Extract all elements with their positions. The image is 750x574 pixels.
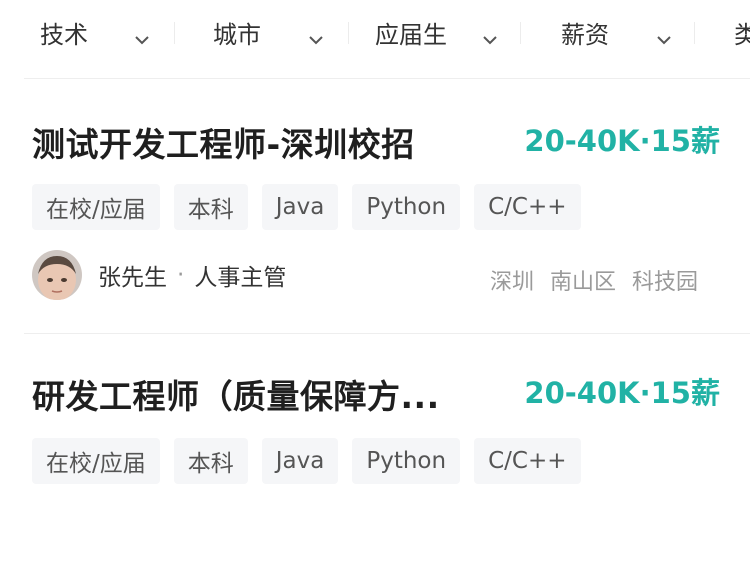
filter-salary[interactable]: 薪资 <box>561 12 609 52</box>
filter-salary-label: 薪资 <box>561 20 609 49</box>
chevron-down-icon[interactable] <box>656 20 672 60</box>
location-district: 南山区 <box>549 270 616 295</box>
job-tag: Python <box>352 438 461 484</box>
job-tag: Python <box>352 184 461 230</box>
chevron-down-icon[interactable] <box>482 20 498 60</box>
filter-city[interactable]: 城市 <box>213 12 261 52</box>
job-tag: Java <box>261 184 339 230</box>
location-area: 科技园 <box>631 270 698 295</box>
job-tag: 本科 <box>173 184 248 230</box>
recruiter-name: 张先生 <box>98 265 167 291</box>
job-tags: 在校/应届 本科 Java Python C/C++ <box>32 438 581 484</box>
job-tag: Java <box>261 438 339 484</box>
job-tag: C/C++ <box>474 184 581 230</box>
job-salary: 20-40K·15薪 <box>524 124 720 158</box>
filter-divider <box>174 22 175 44</box>
job-location: 深圳 南山区 科技园 <box>490 264 698 296</box>
chevron-down-icon[interactable] <box>134 20 150 60</box>
filter-graduate[interactable]: 应届生 <box>375 12 447 52</box>
job-tag: 在校/应届 <box>32 184 160 230</box>
job-card[interactable]: 测试开发工程师-深圳校招 20-40K·15薪 在校/应届 本科 Java Py… <box>0 80 750 320</box>
filter-tech-label: 技术 <box>40 20 88 49</box>
filter-graduate-label: 应届生 <box>375 20 447 49</box>
filter-divider <box>520 22 521 44</box>
filter-bar: 技术 城市 应届生 薪资 类 <box>0 0 750 64</box>
recruiter-separator: · <box>177 262 185 288</box>
chevron-down-icon[interactable] <box>308 20 324 60</box>
filter-tech[interactable]: 技术 <box>40 12 88 52</box>
location-city: 深圳 <box>489 270 534 295</box>
job-tag: 在校/应届 <box>32 438 160 484</box>
job-title[interactable]: 研发工程师（质量保障方... <box>32 370 440 418</box>
filter-category-label: 类 <box>734 20 750 49</box>
filter-city-label: 城市 <box>213 20 261 49</box>
job-tag: 本科 <box>173 438 248 484</box>
recruiter-title: 人事主管 <box>194 265 287 291</box>
job-tag: C/C++ <box>474 438 581 484</box>
filter-divider <box>348 22 349 44</box>
job-title[interactable]: 测试开发工程师-深圳校招 <box>32 118 415 166</box>
job-salary: 20-40K·15薪 <box>524 376 720 410</box>
recruiter-info[interactable]: 张先生 · 人事主管 <box>32 250 286 300</box>
filter-category[interactable]: 类 <box>734 12 750 52</box>
job-card[interactable]: 研发工程师（质量保障方... 20-40K·15薪 在校/应届 本科 Java … <box>0 334 750 574</box>
job-tags: 在校/应届 本科 Java Python C/C++ <box>32 184 581 230</box>
divider <box>24 78 750 79</box>
filter-divider <box>694 22 695 44</box>
recruiter-avatar[interactable] <box>32 250 82 300</box>
